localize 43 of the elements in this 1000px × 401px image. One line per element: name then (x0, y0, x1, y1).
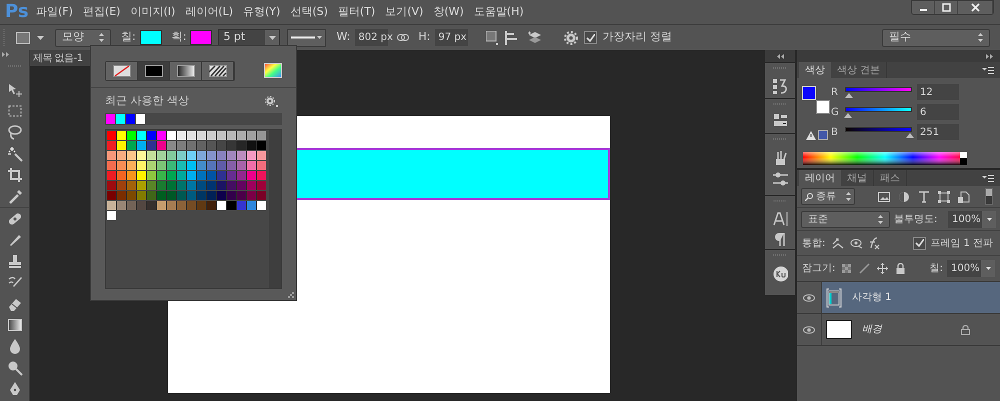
field-label: H: (418, 29, 430, 46)
field-label: 획: (172, 29, 186, 46)
layer-name[interactable]: 사각형 1 (852, 290, 892, 305)
opacity-field[interactable]: 100% (948, 210, 996, 228)
field-label: 칠: (121, 29, 136, 46)
field-label: 통합: (802, 236, 826, 250)
menu-item[interactable]: 보기(V) (383, 4, 426, 20)
menu-item[interactable]: 선택(S) (288, 4, 330, 20)
stroke-width-field[interactable]: 5 pt (218, 28, 280, 46)
workspace-select[interactable]: 필수 (882, 28, 990, 46)
panel-tab[interactable]: 색상 (799, 62, 831, 78)
panel-tab[interactable]: 레이어 (799, 170, 841, 186)
menu-item[interactable]: 레이어(L) (183, 4, 236, 20)
field-label: 칠: (930, 262, 943, 276)
menu-item[interactable]: 이미지(I) (128, 4, 178, 20)
channel-value-field[interactable]: 251 (917, 124, 959, 140)
layer-row[interactable]: 사각형 1 (797, 282, 1000, 314)
field-label: 잠그기: (802, 262, 836, 276)
fill-field[interactable]: 100% (947, 260, 995, 277)
menu-item[interactable]: 창(W) (431, 4, 466, 20)
mode-select[interactable]: 모양 (55, 28, 111, 46)
menu-item[interactable]: 필터(T) (336, 4, 378, 20)
app-logo: Ps (4, 3, 30, 21)
field-label: 불투명도: (894, 212, 938, 226)
field-label: W: (336, 29, 350, 46)
checkbox-label: 가장자리 정렬 (602, 29, 672, 46)
menu-item[interactable]: 도움말(H) (472, 4, 526, 20)
section-label: 최근 사용한 색상 (105, 92, 189, 109)
menu-item[interactable]: 유형(Y) (241, 4, 282, 20)
channel-label: G (831, 108, 840, 118)
channel-label: R (831, 88, 839, 98)
channel-value-field[interactable]: 6 (917, 104, 959, 120)
filter-select[interactable]: 종류 (801, 188, 855, 205)
height-field[interactable]: 97 px (435, 29, 468, 46)
menu-item[interactable]: 파일(F) (34, 4, 75, 20)
channel-label: B (831, 128, 839, 138)
checkbox-label: 프레임 1 전파 (930, 236, 993, 250)
blend-mode-select[interactable]: 표준 (801, 210, 890, 228)
layer-name[interactable]: 배경 (862, 322, 882, 337)
channel-value-field[interactable]: 12 (917, 84, 959, 100)
menu-item[interactable]: 편집(E) (80, 4, 122, 20)
document-tab[interactable]: 제목 없음-1 (30, 50, 91, 66)
layer-row[interactable]: 배경 (797, 314, 1000, 346)
